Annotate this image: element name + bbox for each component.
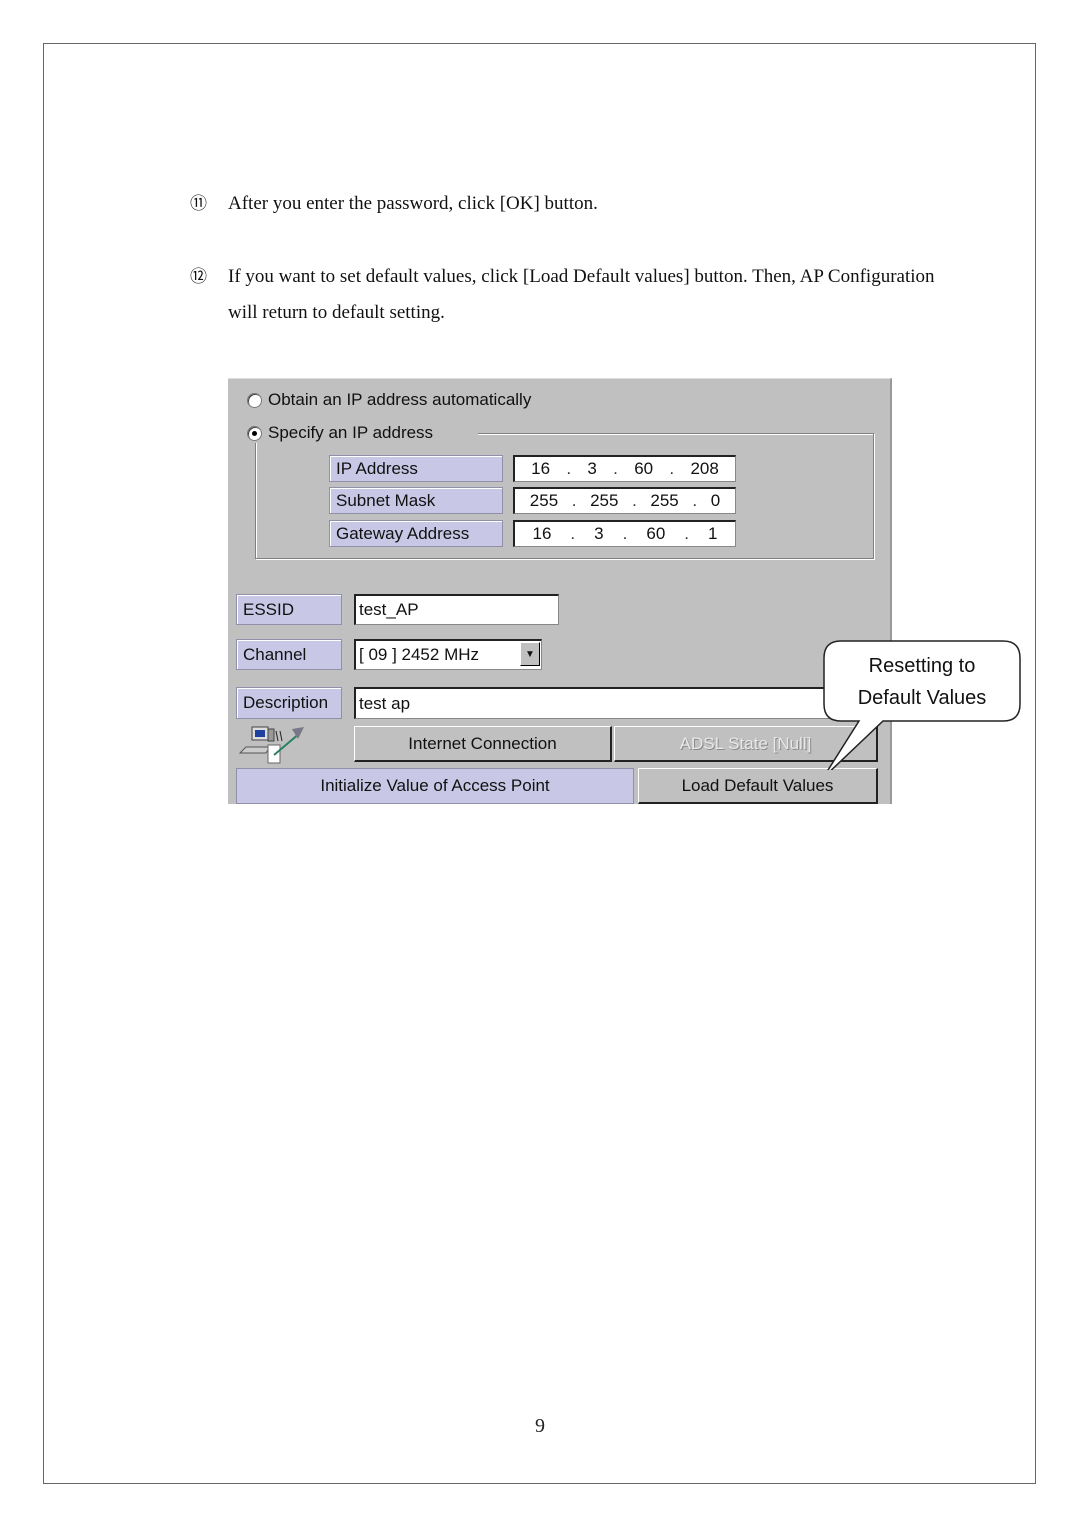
octet: 60: [646, 524, 666, 543]
octet: 1: [708, 524, 718, 543]
essid-label: ESSID: [236, 594, 342, 625]
essid-input[interactable]: test_AP: [354, 594, 559, 625]
description-label: Description: [236, 687, 342, 719]
network-connection-icon: [238, 726, 304, 764]
step-11: ⑪ After you enter the password, click [OK…: [190, 186, 938, 222]
octet: 255: [590, 491, 619, 510]
radio-obtain-ip[interactable]: Obtain an IP address automatically: [247, 390, 531, 410]
load-default-values-button[interactable]: Load Default Values: [638, 768, 878, 804]
octet: 60: [634, 459, 654, 478]
step-text: After you enter the password, click [OK]…: [228, 193, 598, 214]
step-12: ⑫ If you want to set default values, clic…: [190, 259, 938, 331]
ip-address-label: IP Address: [329, 455, 503, 482]
initialize-access-point-label: Initialize Value of Access Point: [236, 768, 634, 804]
chevron-down-icon[interactable]: ▼: [520, 642, 540, 666]
internet-connection-button[interactable]: Internet Connection: [354, 726, 612, 762]
description-input[interactable]: test ap: [354, 687, 854, 719]
step-text: If you want to set default values, click…: [228, 266, 935, 323]
page-number: 9: [535, 1415, 545, 1437]
callout-line: Default Values: [857, 687, 987, 709]
ap-configuration-screenshot: Obtain an IP address automatically Speci…: [228, 378, 892, 804]
gateway-address-input[interactable]: 16. 3. 60. 1: [513, 520, 736, 547]
channel-value: [ 09 ] 2452 MHz: [359, 645, 480, 664]
radio-specify-ip[interactable]: Specify an IP address: [247, 423, 433, 443]
octet: 3: [587, 459, 597, 478]
radio-button[interactable]: [247, 392, 262, 408]
subnet-mask-label: Subnet Mask: [329, 487, 503, 514]
radio-button[interactable]: [247, 425, 262, 441]
radio-label: Specify an IP address: [268, 423, 434, 442]
step-number: ⑫: [190, 267, 207, 287]
channel-label: Channel: [236, 639, 342, 670]
octet: 16: [531, 459, 551, 478]
ip-address-input[interactable]: 16. 3. 60. 208: [513, 455, 736, 482]
octet: 255: [529, 491, 559, 510]
octet: 16: [532, 524, 552, 543]
gateway-address-label: Gateway Address: [329, 520, 503, 547]
octet: 208: [690, 459, 719, 478]
radio-label: Obtain an IP address automatically: [268, 390, 532, 409]
subnet-mask-input[interactable]: 255. 255. 255. 0: [513, 487, 736, 514]
octet: 0: [710, 491, 721, 510]
callout-line: Resetting to: [868, 655, 976, 677]
callout-bubble: Resetting to Default Values: [823, 640, 1021, 770]
channel-select[interactable]: [ 09 ] 2452 MHz ▼: [354, 639, 542, 670]
octet: 255: [650, 491, 679, 510]
step-number: ⑪: [190, 194, 207, 214]
callout-text: Resetting to Default Values: [823, 650, 1021, 714]
octet: 3: [594, 524, 604, 543]
